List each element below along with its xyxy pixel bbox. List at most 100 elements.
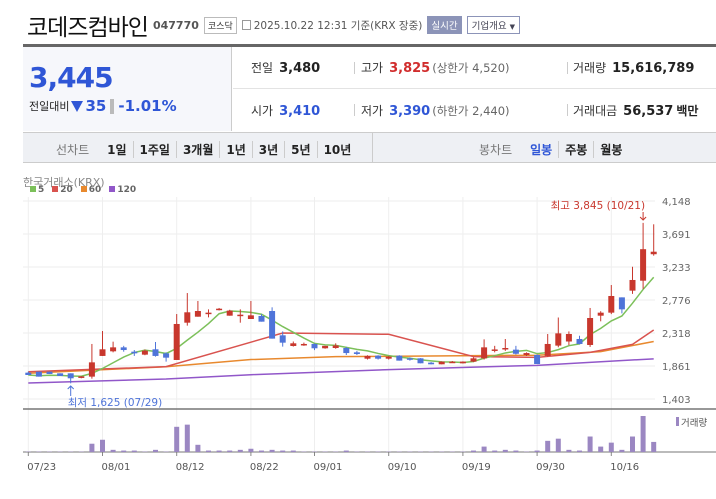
candle-down: [618, 297, 625, 310]
candle-down: [25, 372, 32, 375]
volume-bar: [502, 449, 508, 452]
candle-down: [576, 338, 583, 344]
volume-bar: [471, 450, 476, 452]
volume-bar: [651, 441, 657, 452]
candle-down: [163, 353, 170, 358]
volume-bar: [216, 450, 222, 452]
volume-bar: [174, 426, 180, 452]
volume-bar: [89, 443, 95, 452]
candle-up: [364, 355, 371, 359]
volume-bar: [555, 438, 561, 452]
candle-down: [417, 358, 424, 364]
candle-down: [353, 352, 360, 354]
volume-bar: [269, 449, 275, 452]
candle-up: [640, 249, 647, 281]
candle-up: [523, 353, 530, 355]
volume-bar: [566, 449, 572, 452]
volume-bar: [587, 436, 593, 452]
volume-bar: [343, 450, 349, 452]
candle-up: [99, 349, 106, 356]
volume-bar: [598, 446, 604, 452]
candle-down: [67, 373, 74, 379]
candle-up: [173, 323, 180, 360]
y-tick-label: 3,691: [662, 230, 691, 241]
candle-down: [46, 371, 53, 374]
volume-bar: [100, 439, 105, 452]
volume-bar: [534, 450, 540, 452]
candle-down: [131, 351, 138, 354]
volume-legend-swatch: [676, 417, 679, 426]
x-tick-label: 08/12: [176, 462, 205, 473]
y-tick-label: 1,861: [662, 362, 691, 373]
ma5-line: [28, 276, 655, 378]
volume-bar: [110, 449, 116, 452]
candle-up: [565, 334, 572, 342]
volume-bar: [121, 450, 127, 452]
volume-bar: [248, 448, 254, 452]
candle-down: [120, 347, 127, 351]
volume-legend-label: 거래량: [681, 417, 707, 429]
price-chart[interactable]: 4,148 3,691 3,233 2,776 2,318 1,861 1,403 07/23…: [0, 0, 716, 499]
volume-bar: [280, 450, 286, 452]
volume-bar: [608, 442, 614, 452]
candle-up: [502, 348, 509, 350]
candle-up: [555, 333, 562, 346]
candle-up: [141, 350, 148, 355]
candle-down: [269, 311, 276, 339]
x-tick-label: 09/19: [462, 462, 491, 473]
candle-down: [375, 355, 382, 359]
down-arrow-icon: [639, 212, 647, 221]
candle-up: [438, 361, 445, 365]
volume-bar: [481, 446, 487, 452]
candle-up: [608, 295, 615, 313]
candle-up: [597, 312, 604, 316]
candle-up: [247, 315, 254, 320]
candle-down: [534, 355, 541, 365]
candle-up: [332, 345, 339, 349]
candle-down: [57, 373, 64, 376]
candle-down: [258, 315, 265, 322]
candle-up: [205, 312, 212, 315]
x-tick-label: 09/10: [388, 462, 417, 473]
min-price-annotation: 최저 1,625 (07/29): [68, 397, 163, 409]
candle-up: [78, 376, 85, 378]
candle-down: [35, 371, 42, 377]
volume-bar: [630, 436, 635, 452]
candle-up: [470, 358, 477, 362]
candle-down: [428, 362, 435, 365]
candle-up: [481, 347, 488, 359]
volume-bar: [131, 450, 137, 452]
candle-up: [650, 251, 657, 255]
volume-bar: [619, 449, 625, 452]
candle-down: [343, 348, 350, 354]
max-price-annotation: 최고 3,845 (10/21): [551, 200, 646, 212]
candle-down: [311, 343, 318, 349]
candle-up: [110, 347, 117, 352]
volume-bar: [153, 449, 158, 452]
volume-bar: [259, 450, 264, 452]
y-tick-label: 2,318: [662, 329, 691, 340]
candle-up: [216, 308, 223, 311]
volume-bar: [290, 450, 296, 452]
y-tick-label: 2,776: [662, 296, 691, 307]
x-tick-label: 09/01: [314, 462, 343, 473]
volume-bar: [513, 450, 519, 452]
x-tick-label: 08/01: [102, 462, 131, 473]
x-tick-label: 08/22: [250, 462, 279, 473]
candle-up: [300, 343, 307, 346]
volume-bar: [184, 424, 190, 452]
y-tick-label: 1,403: [662, 395, 691, 406]
volume-bar: [545, 440, 551, 452]
x-tick-label: 10/16: [610, 462, 639, 473]
volume-bar: [492, 450, 498, 452]
volume-bar: [206, 450, 211, 452]
y-tick-label: 3,233: [662, 263, 691, 274]
candle-up: [459, 361, 466, 364]
candle-up: [237, 314, 244, 317]
candle-up: [322, 345, 329, 349]
candle-down: [152, 349, 159, 356]
candle-up: [449, 361, 456, 364]
candle-down: [279, 335, 286, 343]
x-tick-label: 09/30: [536, 462, 565, 473]
volume-bar: [237, 449, 243, 452]
